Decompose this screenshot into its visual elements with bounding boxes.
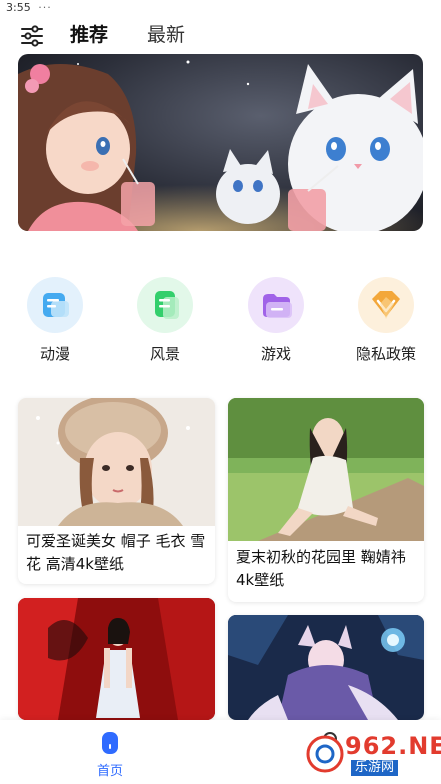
category-scenery-label: 风景: [149, 345, 180, 363]
game-icon: [263, 294, 292, 318]
category-privacy[interactable]: 隐私政策: [341, 275, 431, 365]
status-more: ···: [38, 1, 52, 14]
category-anime[interactable]: 动漫: [10, 275, 100, 365]
category-scenery[interactable]: 风景: [120, 275, 210, 365]
wallpaper-thumbnail: [228, 398, 424, 541]
wallpaper-card-3[interactable]: [18, 598, 215, 720]
wallpaper-card-1[interactable]: 可爱圣诞美女 帽子 毛衣 雪花 高清4k壁纸: [18, 398, 215, 584]
nav-home-tab[interactable]: 首页: [85, 726, 135, 782]
category-scenery-circle: [137, 277, 193, 333]
category-row: 动漫 风景 游戏 隐私政策: [0, 275, 441, 365]
wallpaper-thumbnail: [228, 615, 424, 720]
sliders-icon: [21, 25, 43, 47]
category-anime-circle: [27, 277, 83, 333]
watermark-logo-icon: [306, 735, 344, 773]
category-game-circle: [248, 277, 304, 333]
category-game-label: 游戏: [260, 345, 291, 363]
app-screen: 3:55 ··· 推荐 最新 动漫 风景 游戏 隐私政策 可爱圣诞美女 帽子 毛…: [0, 0, 441, 784]
wallpaper-thumbnail: [18, 598, 215, 720]
anime-icon: [43, 293, 69, 317]
watermark-sub: 乐游网: [351, 760, 399, 776]
category-privacy-circle: [358, 277, 414, 333]
category-privacy-label: 隐私政策: [355, 345, 416, 363]
featured-banner[interactable]: [18, 54, 423, 231]
wallpaper-title: 可爱圣诞美女 帽子 毛衣 雪花 高清4k壁纸: [26, 532, 206, 573]
wallpaper-card-4[interactable]: [228, 615, 424, 720]
wallpaper-card-2[interactable]: 夏末初秋的花园里 鞠婧祎4k壁纸: [228, 398, 424, 602]
filter-button[interactable]: [20, 24, 44, 48]
category-anime-label: 动漫: [39, 345, 70, 363]
tab-latest[interactable]: 最新: [147, 21, 185, 49]
site-watermark: 962.NET 乐游网: [305, 732, 441, 780]
header: 推荐 最新: [0, 18, 441, 54]
category-game[interactable]: 游戏: [231, 275, 321, 365]
status-bar: 3:55 ···: [0, 0, 441, 18]
tab-recommend[interactable]: 推荐: [70, 21, 108, 49]
wallpaper-title: 夏末初秋的花园里 鞠婧祎4k壁纸: [236, 548, 406, 589]
home-icon: [102, 732, 118, 754]
nav-home-label: 首页: [96, 764, 123, 779]
wallpaper-thumbnail: [18, 398, 215, 526]
scenery-icon: [155, 291, 179, 319]
privacy-icon: [372, 291, 400, 319]
watermark-brand: 962.NET: [345, 732, 441, 760]
status-time: 3:55: [6, 1, 31, 14]
banner-image: [18, 54, 423, 231]
